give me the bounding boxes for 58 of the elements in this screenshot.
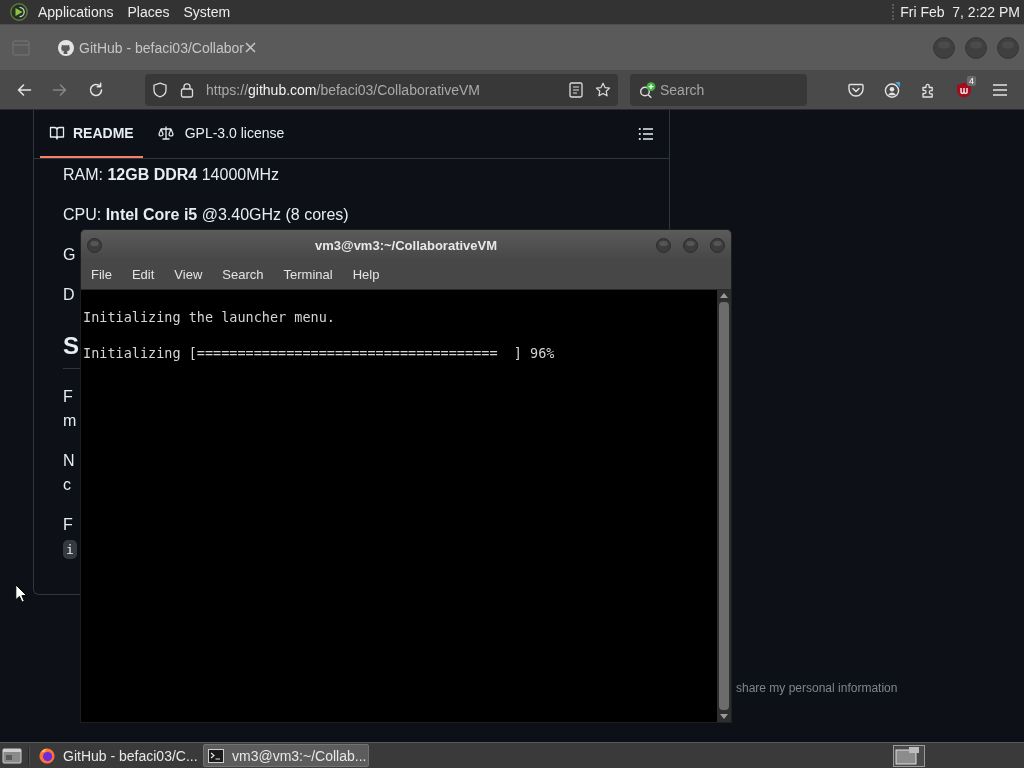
url-field[interactable]: https://github.com/befaci03/CollaborativeVM <box>145 73 618 106</box>
puzzle-icon[interactable] <box>920 81 936 98</box>
paragraph-text: RAM: 12GB DDR4 14000MHz <box>63 166 280 183</box>
menu-item[interactable]: View <box>164 260 213 289</box>
show-desktop-icon[interactable] <box>2 746 22 765</box>
menu-item[interactable]: Edit <box>121 260 165 289</box>
section-tab[interactable]: GPL-3.0 license <box>149 110 293 158</box>
heading-text: S <box>63 332 79 359</box>
menu-item[interactable]: Places <box>120 0 177 24</box>
paragraph-text: D <box>63 286 75 303</box>
menu-icon[interactable] <box>992 82 1008 97</box>
scale-icon <box>157 125 174 141</box>
notification-count: 4 <box>967 75 976 86</box>
clock[interactable]: Fri Feb 7, 2:22 PM <box>900 4 1024 20</box>
footer-link[interactable]: share my personal information <box>736 681 898 695</box>
account-icon[interactable] <box>884 81 900 98</box>
menu-item[interactable]: System <box>176 0 238 24</box>
menu-item[interactable]: Terminal <box>273 260 343 289</box>
favicon-icon <box>58 39 74 56</box>
url-text[interactable]: https://github.com/befaci03/CollaborativeVM <box>206 81 480 98</box>
terminal-icon <box>208 748 224 763</box>
paragraph-text: N <box>63 452 75 469</box>
paragraph-text: G <box>63 246 76 263</box>
workspace-switcher-icon[interactable] <box>893 744 925 767</box>
menu-item[interactable]: Search <box>212 260 274 289</box>
tab-title[interactable]: GitHub - befaci03/Collabor <box>79 39 244 56</box>
logo-icon[interactable] <box>10 3 28 21</box>
pocket-icon[interactable] <box>848 81 864 98</box>
taskbar-button[interactable]: GitHub - befaci03/C... <box>34 744 200 767</box>
back-icon[interactable] <box>16 81 32 98</box>
search-field[interactable]: Search <box>630 73 807 106</box>
taskbar-button[interactable]: vm3@vm3:~/Collab... <box>203 744 369 767</box>
mouse-pointer-icon <box>15 584 27 603</box>
search-icon <box>639 81 656 98</box>
close-icon[interactable] <box>245 42 256 53</box>
section-tab[interactable]: README <box>40 110 143 158</box>
reload-icon[interactable] <box>88 81 104 98</box>
paragraph-text: F <box>63 516 73 533</box>
book-icon <box>49 125 65 141</box>
lock-icon[interactable] <box>180 81 194 98</box>
menu-item[interactable]: File <box>81 260 122 289</box>
window-title: vm3@vm3:~/CollaborativeVM <box>314 237 498 253</box>
terminal-output[interactable]: Initializing the launcher menu. Initializing [===================================== ] 96% <box>81 290 717 722</box>
paragraph-text: CPU: Intel Core i5 @3.40GHz (8 cores) <box>63 206 349 223</box>
star-icon[interactable] <box>595 81 611 98</box>
paragraph-text: c <box>63 476 71 493</box>
menu-item[interactable]: Help <box>342 260 390 289</box>
paragraph-text: F <box>63 388 73 405</box>
terminal-line: Initializing the launcher menu. <box>83 309 335 325</box>
reader-view-icon[interactable] <box>569 81 583 98</box>
terminal-line: Initializing [===================================== ] 96% <box>83 345 555 361</box>
scrollbar[interactable] <box>717 290 731 722</box>
menu-item[interactable]: Applications <box>31 0 121 24</box>
code-text: i <box>63 540 77 559</box>
paragraph-text: m <box>63 412 77 429</box>
browser-icon <box>39 747 55 764</box>
list-icon[interactable] <box>638 126 654 142</box>
shield-icon[interactable] <box>152 81 168 98</box>
